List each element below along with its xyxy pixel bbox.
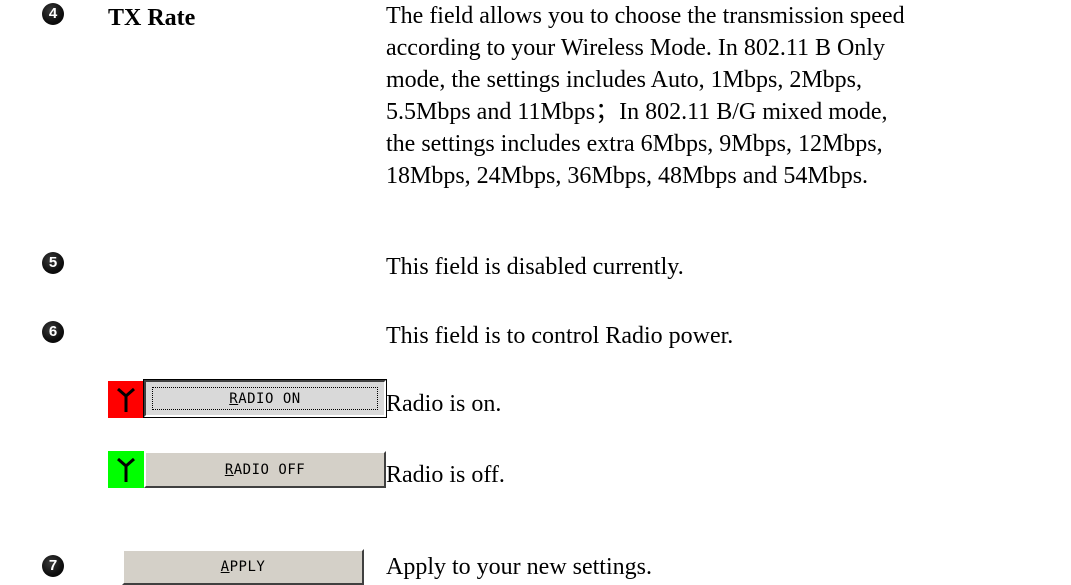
radio-off-description: Radio is off. (386, 462, 505, 488)
item-6-description: This field is to control Radio power. (386, 323, 734, 349)
radio-status-off-indicator (108, 451, 144, 488)
description-line: The field allows you to choose the trans… (386, 3, 905, 29)
field-name-tx-rate: TX Rate (108, 5, 196, 31)
radio-off-button[interactable]: RADIO OFF (144, 451, 386, 488)
item-5-description: This field is disabled currently. (386, 254, 684, 280)
description-line: 18Mbps, 24Mbps, 36Mbps, 48Mbps and 54Mbp… (386, 163, 869, 189)
item-number-badge-5: 5 (42, 252, 64, 274)
item-number-badge-6: 6 (42, 321, 64, 343)
apply-button-label: APPLY (220, 559, 266, 575)
description-line: 5.5Mbps and 11Mbps；In 802.11 B/G mixed m… (386, 99, 888, 125)
radio-status-on-indicator (108, 381, 144, 418)
item-7-description: Apply to your new settings. (386, 554, 652, 580)
radio-on-description: Radio is on. (386, 391, 502, 417)
item-number-badge-7: 7 (42, 555, 64, 577)
radio-on-button-label: RADIO ON (229, 390, 301, 407)
description-line: according to your Wireless Mode. In 802.… (386, 35, 885, 61)
description-line: mode, the settings includes Auto, 1Mbps,… (386, 67, 862, 93)
description-line: the settings includes extra 6Mbps, 9Mbps… (386, 131, 883, 157)
radio-on-button[interactable]: RADIO ON (143, 379, 387, 418)
antenna-icon (117, 387, 135, 412)
tx-rate-description: The field allows you to choose the trans… (386, 0, 905, 192)
radio-off-button-label: RADIO OFF (224, 461, 306, 478)
apply-button[interactable]: APPLY (122, 549, 364, 585)
item-number-badge-4: 4 (42, 3, 64, 25)
antenna-icon (117, 457, 135, 482)
